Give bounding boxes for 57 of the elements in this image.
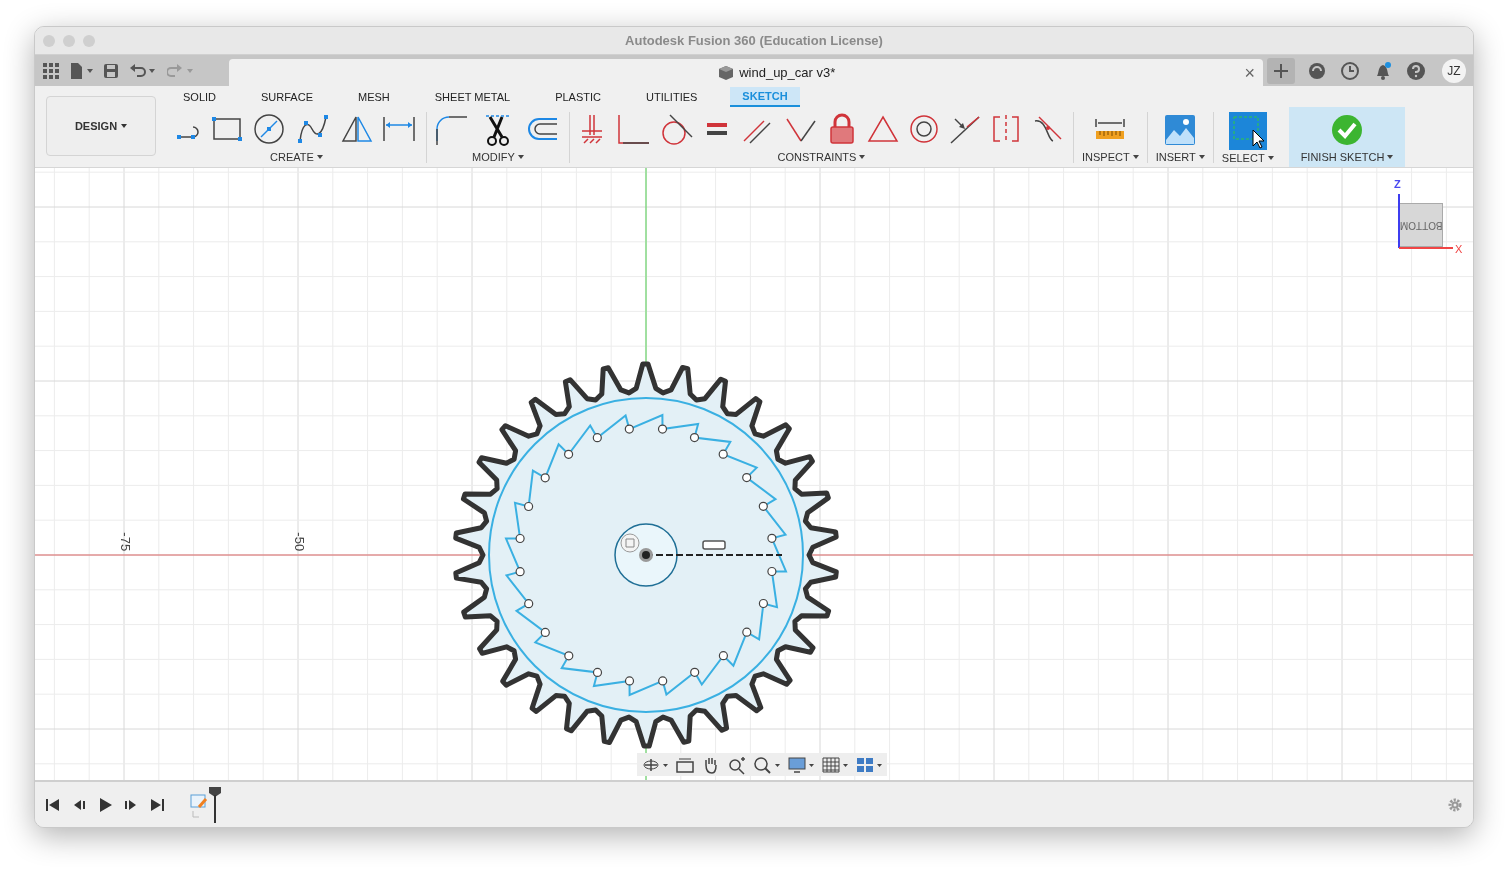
undo-icon[interactable] [129, 62, 157, 79]
tangent-icon[interactable] [660, 113, 694, 148]
add-tab-icon[interactable] [1267, 57, 1295, 84]
caret-icon [316, 154, 323, 159]
picture-icon[interactable] [1164, 114, 1197, 147]
view-cube[interactable]: BOTTOM [1399, 203, 1443, 247]
group-dropdown[interactable]: SELECT [1221, 150, 1274, 167]
checkmark-icon[interactable] [1331, 113, 1363, 146]
close-tab-button[interactable]: × [1244, 63, 1255, 82]
clock-icon[interactable] [1339, 59, 1361, 82]
group-dropdown[interactable]: CONSTRAINTS [777, 148, 866, 165]
caret-icon [859, 154, 866, 159]
group-dropdown[interactable]: INSPECT [1082, 148, 1139, 165]
display-settings-icon[interactable] [787, 754, 815, 775]
group-dropdown[interactable]: FINISH SKETCH [1300, 148, 1394, 165]
caret-icon [121, 124, 128, 128]
caret-icon [1387, 154, 1394, 159]
group-dropdown[interactable]: MODIFY [472, 148, 524, 165]
window-title: Autodesk Fusion 360 (Education License) [625, 31, 883, 50]
dimension-glyph-icon[interactable] [702, 540, 726, 550]
help-icon[interactable] [1405, 59, 1427, 82]
caret-icon [1267, 156, 1274, 161]
user-avatar[interactable]: JZ [1442, 58, 1466, 83]
group-dropdown[interactable]: INSERT [1155, 148, 1205, 165]
grid-menu-icon[interactable] [43, 62, 59, 79]
ribbon-tab[interactable]: SOLID [171, 87, 228, 107]
save-icon[interactable] [103, 62, 119, 79]
timeline-marker-icon[interactable] [209, 786, 221, 823]
ribbon-tab[interactable]: UTILITIES [634, 87, 710, 107]
ribbon-tab[interactable]: MESH [346, 87, 402, 107]
axis-label: Z [1394, 177, 1401, 192]
ribbon-tab[interactable]: PLASTIC [543, 87, 613, 107]
skip-to-start-icon[interactable] [45, 796, 61, 813]
document-tab[interactable]: wind_up_car v3* × [229, 59, 1263, 86]
ribbon-tab[interactable]: SURFACE [249, 87, 325, 107]
caret-icon [517, 154, 524, 159]
sketch-canvas[interactable]: -75 -50 Z BOTTOM X [35, 168, 1473, 780]
gear-sketch-drawing[interactable] [453, 361, 839, 749]
move-handle-icon[interactable] [620, 533, 640, 553]
axis-label: -50 [291, 532, 309, 552]
cube-icon [718, 64, 735, 81]
document-title: wind_up_car v3* [739, 63, 836, 82]
workspace-dropdown[interactable]: DESIGN [46, 96, 156, 156]
axis-label: -75 [117, 532, 135, 552]
axis-label: X [1455, 242, 1463, 257]
zoom-icon[interactable] [753, 754, 781, 775]
file-menu-icon[interactable] [69, 62, 93, 79]
play-icon[interactable] [97, 796, 113, 813]
grid-settings-icon[interactable] [821, 754, 849, 775]
caret-icon [1198, 154, 1205, 159]
selection-cursor-icon[interactable] [1228, 112, 1267, 150]
group-dropdown[interactable]: CREATE [270, 148, 323, 165]
zoom-window-icon[interactable] [727, 754, 747, 775]
ribbon-tab[interactable]: SHEET METAL [422, 87, 523, 107]
skip-to-end-icon[interactable] [149, 796, 165, 813]
settings-icon[interactable] [1447, 796, 1463, 813]
caret-icon [1132, 154, 1139, 159]
